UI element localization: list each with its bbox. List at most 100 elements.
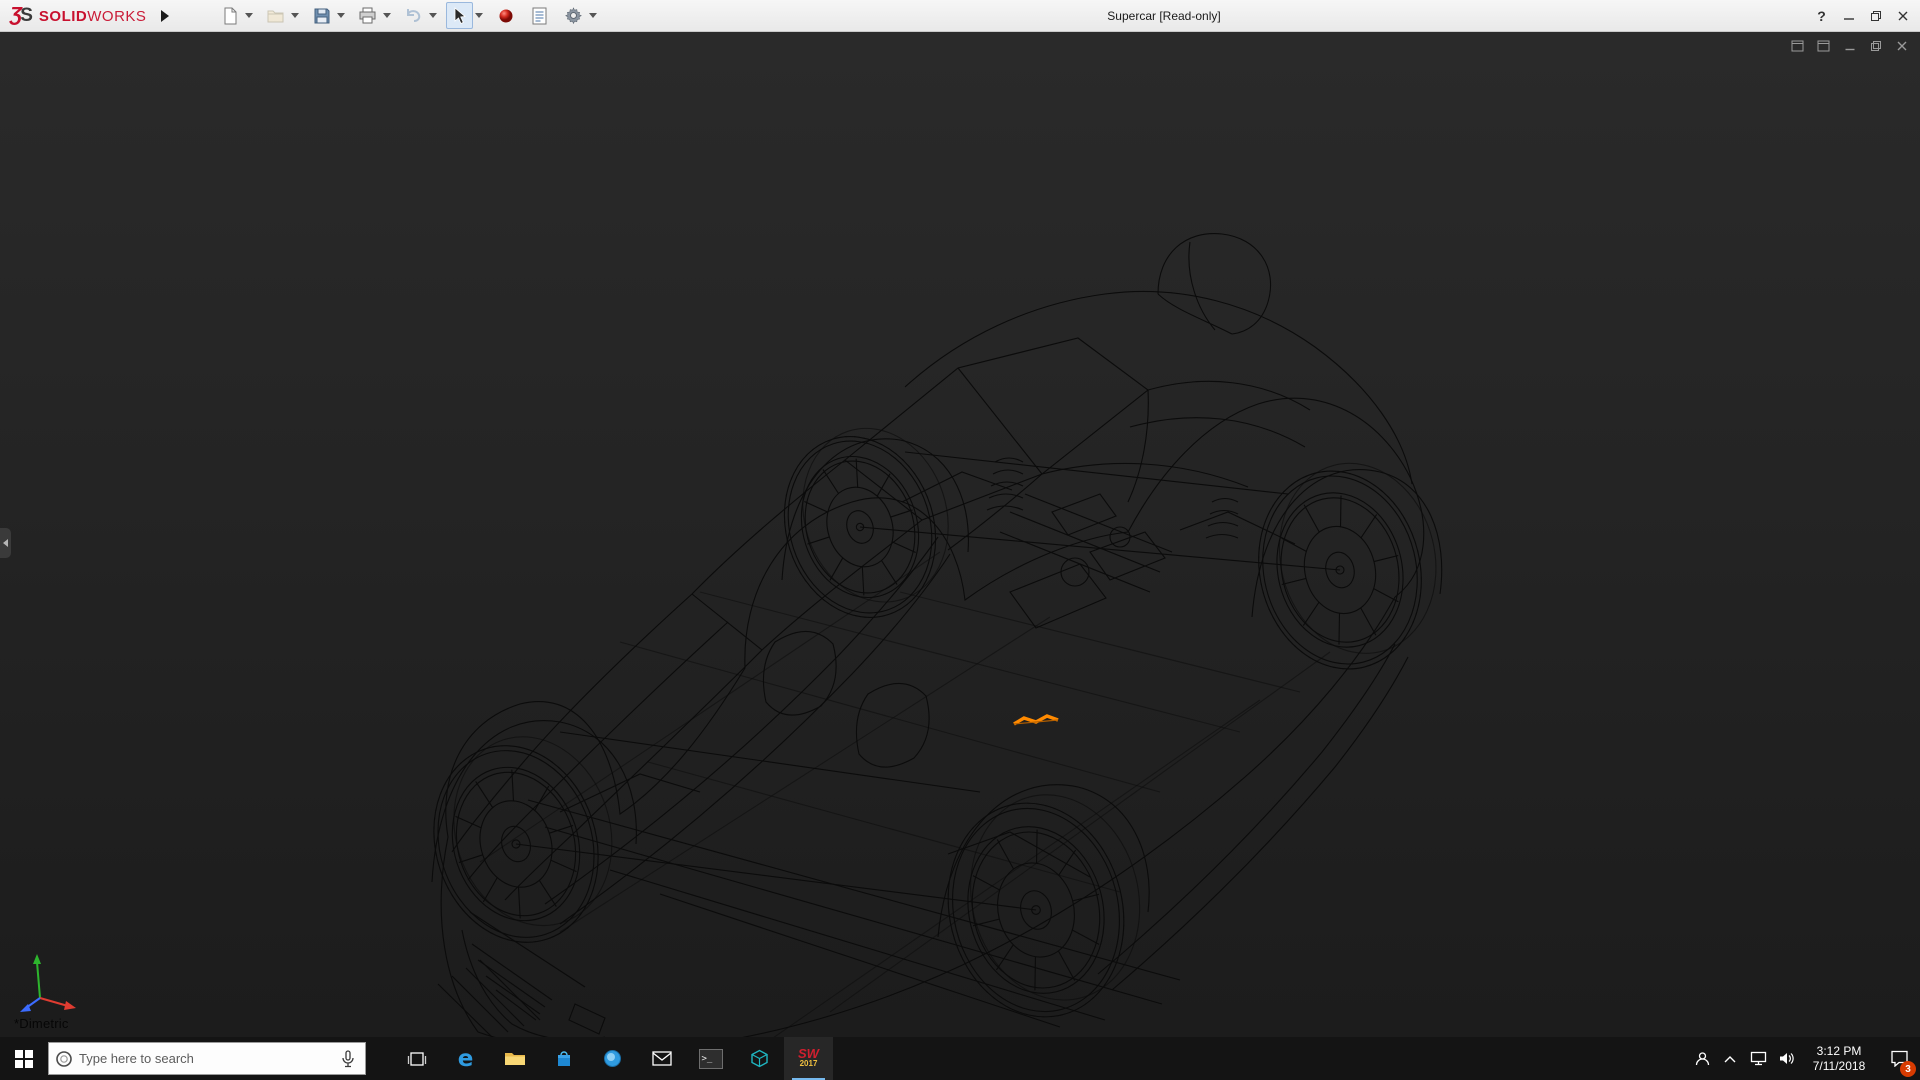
undo-button[interactable] <box>400 2 427 29</box>
edge-button[interactable]: e <box>441 1037 490 1080</box>
search-input[interactable] <box>79 1051 331 1066</box>
brand-name-bold: SOLID <box>38 7 88 25</box>
select-tool-dropdown[interactable] <box>473 2 485 29</box>
minimize-icon <box>1843 18 1854 20</box>
printer-icon <box>359 7 376 24</box>
browser-button[interactable] <box>588 1037 637 1080</box>
model-viewer-button[interactable] <box>735 1037 784 1080</box>
print-dropdown[interactable] <box>381 2 393 29</box>
network-icon <box>1750 1051 1766 1066</box>
options-button[interactable] <box>560 2 587 29</box>
system-tray: 3:12 PM 7/11/2018 3 <box>1688 1037 1920 1080</box>
solidworks-taskbar-button[interactable]: SW 2017 <box>784 1037 833 1080</box>
microphone-icon <box>342 1049 354 1067</box>
start-button[interactable] <box>0 1037 48 1080</box>
notification-badge: 3 <box>1900 1061 1916 1077</box>
chevron-down-icon <box>429 13 438 18</box>
store-button[interactable] <box>539 1037 588 1080</box>
menu-expand-arrow-button[interactable] <box>156 5 174 27</box>
document-title: Supercar [Read-only] <box>1107 9 1221 23</box>
restore-document-icon[interactable] <box>1867 38 1884 53</box>
minimize-document-icon[interactable] <box>1841 38 1858 53</box>
new-document-dropdown[interactable] <box>243 2 255 29</box>
people-button[interactable] <box>1688 1037 1716 1080</box>
document-window-controls <box>1789 38 1910 53</box>
task-view-button[interactable] <box>392 1037 441 1080</box>
chevron-down-icon <box>475 13 484 18</box>
save-icon <box>314 8 330 23</box>
print-button[interactable] <box>354 2 381 29</box>
close-document-icon[interactable] <box>1893 38 1910 53</box>
cortana-icon <box>49 1050 79 1068</box>
mail-envelope-icon <box>651 1051 672 1066</box>
document-window-icon[interactable] <box>1789 38 1806 53</box>
file-properties-button[interactable] <box>526 2 553 29</box>
solidworks-app-icon: SW 2017 <box>798 1045 819 1069</box>
command-prompt-icon: >_ <box>698 1048 723 1069</box>
file-explorer-icon <box>504 1052 525 1065</box>
undo-arrow-icon <box>407 9 421 22</box>
clock-time: 3:12 PM <box>1816 1043 1862 1058</box>
restore-button[interactable] <box>1862 3 1889 29</box>
brand-name-light: WORKS <box>87 7 147 25</box>
action-center-button[interactable]: 3 <box>1878 1037 1920 1080</box>
save-button[interactable] <box>308 2 335 29</box>
speaker-icon <box>1779 1053 1794 1064</box>
mail-button[interactable] <box>637 1037 686 1080</box>
windows-logo-icon <box>15 1049 33 1068</box>
options-dropdown[interactable] <box>587 2 599 29</box>
appearance-sphere-button[interactable] <box>492 2 519 29</box>
quick-access-toolbar <box>216 2 602 29</box>
taskbar-clock[interactable]: 3:12 PM 7/11/2018 <box>1800 1037 1878 1080</box>
cube-icon <box>751 1049 768 1068</box>
new-document-button[interactable] <box>216 2 243 29</box>
edge-icon: e <box>457 1045 474 1072</box>
solidworks-logo: Ʒ S SOLIDWORKS <box>10 5 146 27</box>
undo-dropdown[interactable] <box>427 2 439 29</box>
store-bag-icon <box>557 1050 570 1066</box>
hidden-icons-button[interactable] <box>1716 1037 1744 1080</box>
chevron-down-icon <box>589 13 598 18</box>
help-button[interactable]: ? <box>1808 3 1835 29</box>
highlighted-sketch-segment[interactable] <box>1014 716 1058 724</box>
chevron-down-icon <box>291 13 300 18</box>
command-prompt-button[interactable]: >_ <box>686 1037 735 1080</box>
taskbar-search[interactable] <box>48 1042 366 1075</box>
feature-tree-collapse-tab[interactable] <box>0 528 11 558</box>
orientation-triad <box>20 954 76 1012</box>
microphone-button[interactable] <box>331 1049 365 1068</box>
brand-name: SOLIDWORKS <box>39 8 147 25</box>
chevron-down-icon <box>383 13 392 18</box>
windows-taskbar: e >_ SW 2017 <box>0 1037 1920 1080</box>
gear-icon <box>565 7 583 25</box>
solidworks-letters: SW <box>798 1045 819 1061</box>
minimize-button[interactable] <box>1835 3 1862 29</box>
people-icon <box>1695 1051 1709 1065</box>
save-dropdown[interactable] <box>335 2 347 29</box>
document-window-icon-2[interactable] <box>1815 38 1832 53</box>
open-dropdown[interactable] <box>289 2 301 29</box>
browser-globe-icon <box>604 1050 621 1067</box>
open-button[interactable] <box>262 2 289 29</box>
chevron-left-icon <box>3 539 8 547</box>
task-view-icon <box>407 1051 426 1066</box>
close-button[interactable] <box>1889 3 1916 29</box>
car-chassis-details <box>438 452 1340 1037</box>
chevron-down-icon <box>245 13 254 18</box>
view-orientation-label: *Dimetric <box>14 1016 69 1031</box>
file-properties-icon <box>532 7 547 24</box>
dassault-s-mark-icon: S <box>20 4 33 26</box>
solidworks-year-label: 2017 <box>799 1058 818 1068</box>
select-tool-button[interactable] <box>446 2 474 29</box>
volume-button[interactable] <box>1772 1037 1800 1080</box>
chevron-up-icon <box>1724 1055 1736 1062</box>
file-explorer-button[interactable] <box>490 1037 539 1080</box>
wireframe-car-model[interactable] <box>0 32 1920 1037</box>
open-folder-icon <box>267 10 284 23</box>
graphics-viewport[interactable]: *Dimetric <box>0 32 1920 1037</box>
chevron-down-icon <box>337 13 346 18</box>
solidworks-app-window: Ʒ S SOLIDWORKS Supercar [Read-only] ? *D… <box>0 0 1920 1080</box>
network-button[interactable] <box>1744 1037 1772 1080</box>
red-sphere-icon <box>499 9 513 22</box>
new-document-icon <box>224 7 237 24</box>
